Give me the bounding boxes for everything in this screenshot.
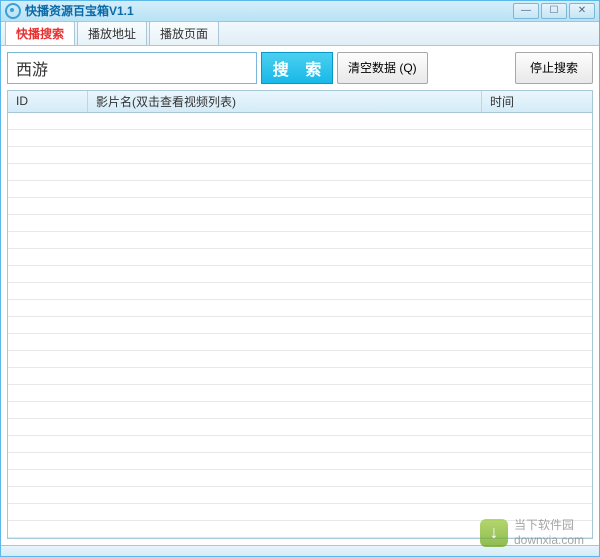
table-row: [8, 317, 592, 334]
table-body[interactable]: [8, 113, 592, 538]
table-row: [8, 283, 592, 300]
table-row: [8, 436, 592, 453]
table-row: [8, 215, 592, 232]
app-icon: [5, 3, 21, 19]
tab-label: 播放页面: [160, 27, 208, 41]
table-row: [8, 487, 592, 504]
window-controls: — ☐ ✕: [513, 3, 595, 19]
table-row: [8, 130, 592, 147]
window-title: 快播资源百宝箱V1.1: [25, 2, 513, 19]
table-row: [8, 113, 592, 130]
table-row: [8, 249, 592, 266]
search-input[interactable]: [7, 52, 257, 84]
table-row: [8, 402, 592, 419]
table-row: [8, 147, 592, 164]
search-row: 搜 索 清空数据 (Q) 停止搜索: [7, 52, 593, 84]
results-table: ID 影片名(双击查看视频列表) 时间: [7, 90, 593, 539]
table-row: [8, 198, 592, 215]
table-row: [8, 351, 592, 368]
spacer: [432, 52, 511, 84]
content-area: 搜 索 清空数据 (Q) 停止搜索 ID 影片名(双击查看视频列表) 时间: [1, 46, 599, 545]
table-row: [8, 300, 592, 317]
statusbar: [1, 545, 599, 556]
table-row: [8, 385, 592, 402]
tab-label: 快播搜索: [16, 27, 64, 41]
search-button[interactable]: 搜 索: [261, 52, 333, 84]
table-row: [8, 266, 592, 283]
tab-label: 播放地址: [88, 27, 136, 41]
table-row: [8, 419, 592, 436]
column-time[interactable]: 时间: [482, 91, 592, 112]
app-window: 快播资源百宝箱V1.1 — ☐ ✕ 快播搜索 播放地址 播放页面 搜 索 清空数…: [0, 0, 600, 557]
column-name[interactable]: 影片名(双击查看视频列表): [88, 91, 482, 112]
table-row: [8, 164, 592, 181]
table-row: [8, 453, 592, 470]
minimize-button[interactable]: —: [513, 3, 539, 19]
table-row: [8, 504, 592, 521]
table-row: [8, 334, 592, 351]
tab-play-url[interactable]: 播放地址: [77, 21, 147, 45]
maximize-button[interactable]: ☐: [541, 3, 567, 19]
table-header: ID 影片名(双击查看视频列表) 时间: [8, 91, 592, 113]
close-button[interactable]: ✕: [569, 3, 595, 19]
table-row: [8, 368, 592, 385]
clear-data-button[interactable]: 清空数据 (Q): [337, 52, 428, 84]
table-row: [8, 181, 592, 198]
titlebar: 快播资源百宝箱V1.1 — ☐ ✕: [1, 1, 599, 22]
table-row: [8, 232, 592, 249]
tab-bar: 快播搜索 播放地址 播放页面: [1, 22, 599, 46]
tab-search[interactable]: 快播搜索: [5, 21, 75, 45]
tab-play-page[interactable]: 播放页面: [149, 21, 219, 45]
table-row: [8, 521, 592, 538]
table-row: [8, 470, 592, 487]
stop-search-button[interactable]: 停止搜索: [515, 52, 593, 84]
column-id[interactable]: ID: [8, 91, 88, 112]
